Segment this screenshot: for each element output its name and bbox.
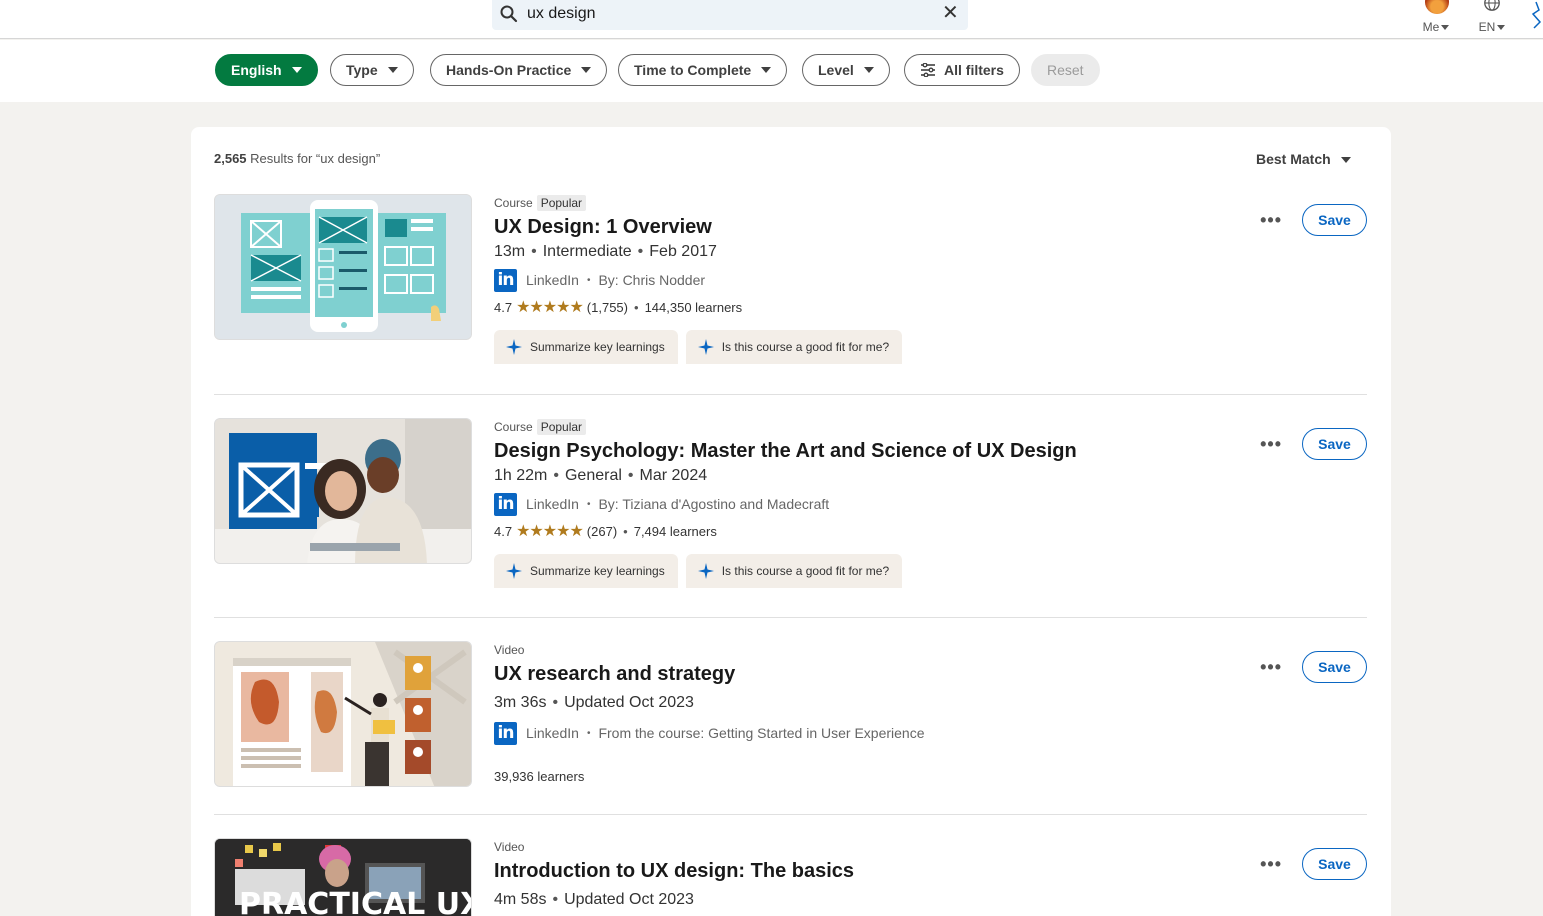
divider	[214, 617, 1367, 618]
summarize-key-learnings-button[interactable]: Summarize key learnings	[494, 554, 678, 588]
chevron-down-icon	[387, 67, 398, 73]
filter-hands-on-practice[interactable]: Hands-On Practice	[430, 54, 608, 86]
more-options-icon[interactable]: •••	[1260, 658, 1282, 676]
summarize-key-learnings-button[interactable]: Summarize key learnings	[494, 330, 678, 364]
design-psychology-illustration	[215, 419, 471, 563]
sort-dropdown[interactable]: Best Match	[1256, 151, 1351, 167]
provider-row: in LinkedIn • By: Tiziana d'Agostino and Ma…	[494, 492, 1077, 516]
save-button[interactable]: Save	[1302, 848, 1367, 880]
results-count: 2,565 Results for “ux design”	[214, 151, 381, 166]
chevron-down-icon	[291, 67, 302, 73]
rating-row: 4.7 ★★★★★ (267) • 7,494 learners	[494, 523, 717, 540]
divider	[214, 394, 1367, 395]
popular-badge: Popular	[536, 419, 587, 435]
video-details: 4m 58s • Updated Oct 2023	[494, 891, 694, 908]
save-button[interactable]: Save	[1302, 204, 1367, 236]
chevron-down-icon	[1441, 25, 1450, 31]
nav-language[interactable]: EN	[1474, 0, 1510, 38]
nav-me[interactable]: Me	[1418, 0, 1454, 38]
filter-bar: English Type Hands-On Practice Time to C…	[0, 40, 1543, 102]
star-rating-icon: ★★★★★	[516, 523, 584, 540]
clear-search-icon[interactable]: ✕	[942, 3, 959, 23]
save-button[interactable]: Save	[1302, 651, 1367, 683]
chevron-down-icon	[761, 67, 772, 73]
good-fit-button[interactable]: Is this course a good fit for me?	[685, 330, 903, 364]
filter-english[interactable]: English	[215, 54, 318, 86]
content-type: Course	[494, 420, 533, 434]
course-title[interactable]: Design Psychology: Master the Art and Sc…	[494, 438, 1077, 464]
good-fit-button[interactable]: Is this course a good fit for me?	[685, 554, 903, 588]
course-details: 1h 22m • General • Mar 2024	[494, 467, 708, 484]
divider	[214, 814, 1367, 815]
filter-level[interactable]: Level	[802, 54, 890, 86]
search-input[interactable]: ux design	[527, 5, 596, 23]
chevron-down-icon	[1340, 157, 1351, 164]
more-options-icon[interactable]: •••	[1260, 211, 1282, 229]
course-details: 13m • Intermediate • Feb 2017	[494, 243, 717, 260]
star-rating-icon: ★★★★★	[516, 299, 584, 316]
avatar[interactable]	[1425, 0, 1449, 14]
filter-time-to-complete[interactable]: Time to Complete	[618, 54, 788, 86]
ux-research-illustration	[215, 642, 471, 786]
thumbnail-caption: PRACTICAL UX	[239, 887, 472, 916]
wireframe-illustration	[215, 195, 471, 339]
content-type: Video	[494, 643, 525, 657]
sparkle-icon	[506, 563, 522, 579]
course-title[interactable]: UX Design: 1 Overview	[494, 214, 902, 240]
learners-count: 39,936 learners	[494, 769, 585, 784]
sparkle-icon	[506, 339, 522, 355]
search-icon	[500, 5, 518, 23]
popular-badge: Popular	[536, 195, 587, 211]
course-thumbnail[interactable]	[214, 418, 472, 564]
rating-row: 4.7 ★★★★★ (1,755) • 144,350 learners	[494, 299, 743, 316]
video-title[interactable]: UX research and strategy	[494, 661, 925, 687]
chevron-down-icon	[1497, 25, 1506, 31]
video-thumbnail[interactable]	[214, 641, 472, 787]
video-details: 3m 36s • Updated Oct 2023	[494, 694, 694, 711]
filter-type[interactable]: Type	[330, 54, 414, 86]
chevron-down-icon	[863, 67, 874, 73]
top-navigation-bar: ux design ✕ Me EN	[0, 0, 1543, 39]
sparkle-icon	[697, 563, 714, 579]
sliders-icon	[921, 63, 935, 77]
content-type: Course	[494, 196, 533, 210]
more-options-icon[interactable]: •••	[1260, 855, 1282, 873]
linkedin-logo-icon: in	[494, 492, 517, 516]
more-options-icon[interactable]: •••	[1260, 435, 1282, 453]
video-thumbnail[interactable]: PRACTICAL UX	[214, 838, 472, 916]
provider-row: in LinkedIn • By: Chris Nodder	[494, 268, 902, 292]
video-title[interactable]: Introduction to UX design: The basics	[494, 858, 854, 884]
search-box[interactable]: ux design ✕	[492, 0, 968, 30]
linkedin-logo-icon: in	[494, 721, 517, 745]
reset-button[interactable]: Reset	[1031, 54, 1100, 86]
sparkle-icon	[697, 339, 714, 355]
provider-row: in LinkedIn • From the course: Getting Star…	[494, 721, 925, 745]
chevron-down-icon	[581, 67, 592, 73]
linkedin-logo-icon: in	[494, 268, 517, 292]
partial-brand-icon[interactable]	[1530, 0, 1543, 30]
globe-icon	[1484, 0, 1500, 11]
content-type: Video	[494, 840, 525, 854]
all-filters-button[interactable]: All filters	[904, 54, 1020, 86]
course-thumbnail[interactable]	[214, 194, 472, 340]
save-button[interactable]: Save	[1302, 428, 1367, 460]
